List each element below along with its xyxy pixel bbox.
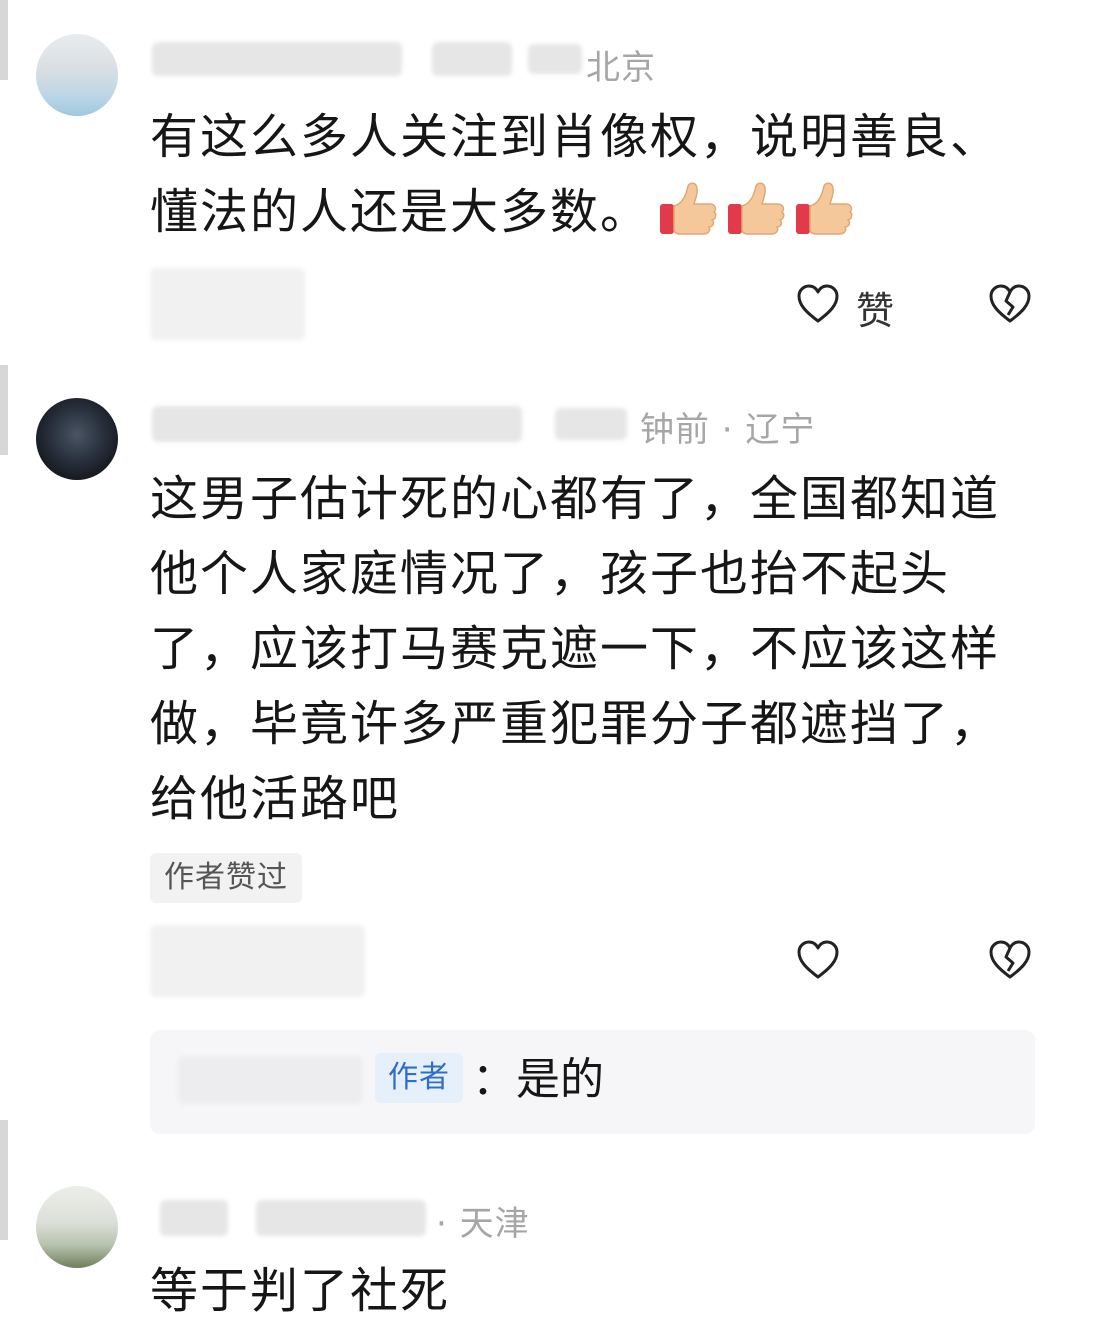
broken-heart-icon[interactable] xyxy=(988,283,1032,325)
username-redacted[interactable] xyxy=(256,1200,426,1236)
reply-button-redacted[interactable] xyxy=(150,925,365,997)
time-redacted xyxy=(528,44,582,74)
thumbs-up-icon xyxy=(660,182,717,235)
comment-text-line: 给他活路吧 xyxy=(150,771,401,827)
heart-icon[interactable] xyxy=(796,939,840,981)
comment-text-line: 做，毕竟许多严重犯罪分子都遮挡了， xyxy=(150,696,1001,752)
username-redacted[interactable] xyxy=(152,406,522,442)
username-redacted[interactable] xyxy=(152,42,402,76)
comment-location: · 天津 xyxy=(436,1204,530,1244)
reply-button-redacted[interactable] xyxy=(150,268,305,340)
time-redacted xyxy=(555,408,627,440)
comment-text: 等于判了社死 xyxy=(150,1254,1050,1329)
left-edge-marker xyxy=(0,0,8,80)
time-redacted xyxy=(432,42,512,76)
avatar[interactable] xyxy=(36,1186,118,1268)
comment-text-line: 等于判了社死 xyxy=(150,1263,451,1319)
broken-heart-icon[interactable] xyxy=(988,939,1032,981)
comment-text-line: 他个人家庭情况了，孩子也抬不起头 xyxy=(150,546,951,602)
comment-location: 北京 xyxy=(586,48,656,88)
left-edge-marker xyxy=(0,365,8,455)
comment-time-location: 钟前 · 辽宁 xyxy=(640,410,816,450)
author-liked-badge: 作者赞过 xyxy=(150,853,302,903)
author-reply-text: ：是的 xyxy=(472,1054,604,1105)
comment-text-line: 了，应该打马赛克遮一下，不应该这样 xyxy=(150,621,1001,677)
comment-text: 这男子估计死的心都有了，全国都知道 他个人家庭情况了，孩子也抬不起头 了，应该打… xyxy=(150,462,1050,837)
author-tag: 作者 xyxy=(375,1053,463,1103)
like-label[interactable]: 赞 xyxy=(856,280,894,335)
comment-text-line: 懂法的人还是大多数。 xyxy=(150,175,1050,250)
comment-text-line: 这男子估计死的心都有了，全国都知道 xyxy=(150,471,1001,527)
reply-name-redacted xyxy=(178,1056,363,1104)
emoji-group xyxy=(650,182,854,240)
comment-text: 有这么多人关注到肖像权，说明善良、 懂法的人还是大多数。 xyxy=(150,100,1050,250)
comment-text-line-content: 懂法的人还是大多数。 xyxy=(150,184,651,240)
thumbs-up-icon xyxy=(728,182,785,235)
username-redacted[interactable] xyxy=(160,1200,228,1236)
thumbs-up-icon xyxy=(796,182,853,235)
left-edge-marker xyxy=(0,1120,8,1240)
comment-text-line: 有这么多人关注到肖像权，说明善良、 xyxy=(150,109,1001,165)
heart-icon[interactable] xyxy=(796,283,840,325)
avatar[interactable] xyxy=(36,398,118,480)
avatar[interactable] xyxy=(36,34,118,116)
